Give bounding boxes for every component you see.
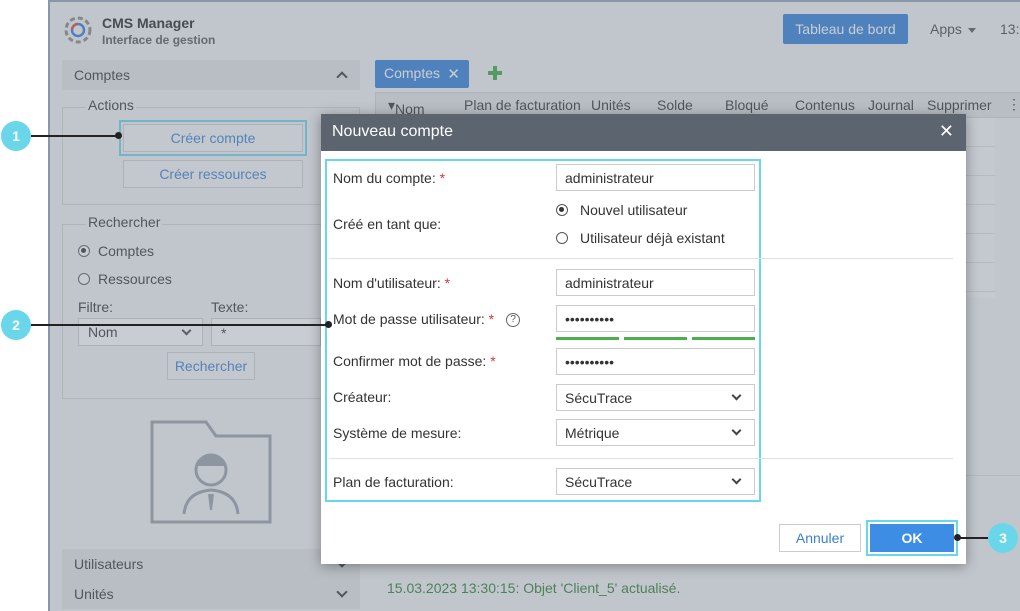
help-icon[interactable]: ? (506, 313, 521, 328)
billing-plan-label: Plan de facturation: (333, 474, 454, 490)
username-label-text: Nom d'utilisateur: (333, 275, 441, 291)
required-mark: * (444, 275, 451, 291)
cancel-button[interactable]: Annuler (779, 524, 861, 552)
dialog-header: Nouveau compte ✕ (321, 114, 966, 151)
confirm-password-label: Confirmer mot de passe: * (333, 353, 496, 369)
callout-3-dot (954, 534, 961, 541)
chevron-down-icon (731, 474, 742, 485)
strength-segment (556, 337, 619, 340)
screenshot-stage: CMS Manager Interface de gestion Tableau… (0, 0, 1020, 611)
radio-existing-user-label: Utilisateur déjà existant (580, 230, 725, 246)
callout-2-line (31, 324, 329, 326)
username-label: Nom d'utilisateur: * (333, 275, 450, 291)
creator-select[interactable]: SécuTrace (556, 384, 755, 411)
creator-label: Créateur: (333, 389, 392, 405)
required-mark: * (488, 311, 495, 327)
account-name-label: Nom du compte: * (333, 170, 445, 186)
divider (329, 458, 953, 459)
billing-plan-select-value: SécuTrace (565, 474, 633, 490)
radio-new-user-label: Nouvel utilisateur (580, 202, 688, 218)
chevron-down-icon (731, 390, 742, 401)
callout-1-line (31, 135, 119, 137)
divider (329, 258, 953, 259)
password-input[interactable]: •••••••••• (556, 305, 755, 332)
callout-2-dot (325, 321, 332, 328)
callout-1-dot (115, 132, 122, 139)
radio-unchecked-icon (556, 232, 568, 244)
created-as-label: Créé en tant que: (333, 216, 442, 232)
account-name-label-text: Nom du compte: (333, 170, 436, 186)
confirm-password-input[interactable]: •••••••••• (556, 348, 755, 375)
username-input[interactable]: administrateur (556, 269, 755, 296)
dialog-title: Nouveau compte (332, 123, 453, 140)
required-mark: * (490, 353, 496, 369)
ok-button[interactable]: OK (870, 524, 954, 552)
password-label: Mot de passe utilisateur: *? (333, 311, 521, 328)
password-strength-meter (556, 337, 755, 340)
close-icon[interactable]: ✕ (939, 121, 954, 142)
measure-system-select-value: Métrique (565, 425, 620, 441)
radio-new-user[interactable]: Nouvel utilisateur (556, 202, 687, 218)
creator-select-value: SécuTrace (565, 390, 633, 406)
account-name-input[interactable]: administrateur (556, 164, 755, 191)
callout-2: 2 (1, 310, 31, 340)
strength-segment (692, 337, 755, 340)
measure-system-label: Système de mesure: (333, 425, 462, 441)
radio-checked-icon (556, 204, 568, 216)
callout-3: 3 (988, 523, 1018, 553)
measure-system-select[interactable]: Métrique (556, 419, 755, 446)
callout-1: 1 (1, 121, 31, 151)
required-mark: * (439, 170, 446, 186)
strength-segment (624, 337, 687, 340)
confirm-password-label-text: Confirmer mot de passe: (333, 353, 487, 369)
callout-3-line (957, 537, 988, 539)
password-label-text: Mot de passe utilisateur: (333, 311, 485, 327)
radio-existing-user[interactable]: Utilisateur déjà existant (556, 230, 725, 246)
new-account-dialog: Nouveau compte ✕ Nom du compte: * admini… (321, 114, 966, 564)
chevron-down-icon (731, 425, 742, 436)
billing-plan-select[interactable]: SécuTrace (556, 468, 755, 495)
